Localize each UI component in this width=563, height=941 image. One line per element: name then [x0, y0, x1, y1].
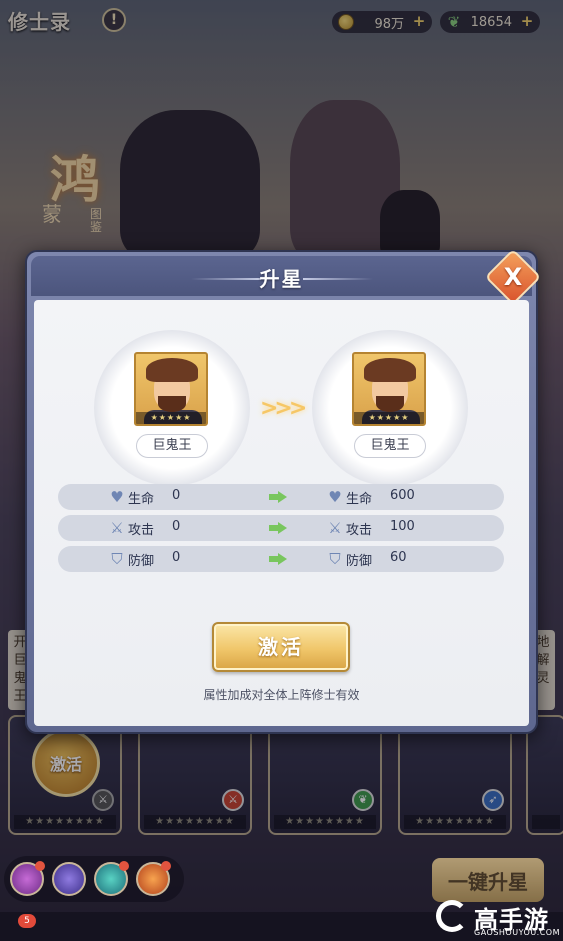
character-portrait: ★★★★★ [134, 352, 208, 426]
filter-orb-teal[interactable] [94, 861, 129, 896]
one-key-upgrade-button[interactable]: 一键升星 [432, 858, 544, 902]
stat-label: 防御 [128, 554, 155, 569]
bonus-hint: 属性加成对全体上阵修士有效 [203, 688, 360, 702]
dialog-body: ★★★★★ 巨鬼王 >>> ★★★★★ 巨鬼王 ♥ 生命 0 ♥ 生命 600 [34, 300, 529, 726]
stat-label: 攻击 [346, 523, 373, 538]
shield-icon: ⛉ [111, 550, 123, 568]
portrait-beard [158, 396, 186, 412]
dialog-title: 升星 [259, 267, 304, 291]
stat-arrow-icon [269, 491, 287, 503]
stat-row-attack: ⚔ 攻击 0 ⚔ 攻击 100 [58, 515, 504, 541]
notify-dot [119, 861, 129, 871]
shield-icon: ⛉ [329, 550, 341, 568]
notify-dot [35, 861, 45, 871]
filter-orb-fire[interactable] [136, 861, 171, 896]
character-name-before: 巨鬼王 [136, 434, 208, 458]
filter-orb-violet[interactable] [52, 862, 86, 896]
character-name-after: 巨鬼王 [354, 434, 426, 458]
stat-arrow-icon [269, 522, 287, 534]
stat-from: 0 [172, 488, 181, 503]
filter-orb-purple[interactable] [10, 861, 45, 896]
stat-to: 60 [390, 550, 407, 565]
watermark-logo: 高手游 GAOSHOUYOU.COM [436, 898, 560, 940]
stat-row-hp: ♥ 生命 0 ♥ 生命 600 [58, 484, 504, 510]
activate-button[interactable]: 激活 [212, 622, 350, 672]
watermark-url: GAOSHOUYOU.COM [474, 928, 561, 937]
portrait-before: ★★★★★ 巨鬼王 [94, 330, 250, 486]
portrait-hair [364, 358, 416, 382]
stat-from: 0 [172, 550, 181, 565]
portrait-stars: ★★★★★ [354, 412, 424, 424]
sword-icon: ⚔ [328, 519, 342, 537]
star-up-dialog: 升星 X ★★★★★ 巨鬼王 >>> ★★★★★ 巨鬼王 ♥ 生命 0 ♥ 生命… [25, 248, 542, 734]
notify-dot [161, 861, 171, 871]
stat-arrow-icon [269, 553, 287, 565]
portrait-hair [146, 358, 198, 382]
watermark-g-icon [436, 900, 468, 932]
stat-label: 攻击 [128, 523, 155, 538]
portrait-after: ★★★★★ 巨鬼王 [312, 330, 468, 486]
mascot-icon[interactable]: 5 [8, 910, 48, 940]
stat-label: 防御 [346, 554, 373, 569]
stat-label: 生命 [346, 492, 373, 507]
stat-label: 生命 [128, 492, 155, 507]
stat-to: 600 [390, 488, 415, 503]
sword-icon: ⚔ [110, 519, 124, 537]
portrait-stars: ★★★★★ [136, 412, 206, 424]
stat-row-defense: ⛉ 防御 0 ⛉ 防御 60 [58, 546, 504, 572]
portrait-beard [376, 396, 404, 412]
upgrade-arrows-icon: >>> [260, 396, 307, 421]
mascot-badge: 5 [18, 914, 36, 928]
close-icon[interactable]: X [493, 257, 533, 297]
heart-icon: ♥ [110, 488, 124, 506]
stat-to: 100 [390, 519, 415, 534]
character-portrait: ★★★★★ [352, 352, 426, 426]
stat-from: 0 [172, 519, 181, 534]
heart-icon: ♥ [328, 488, 342, 506]
dialog-header: 升星 [31, 256, 532, 296]
